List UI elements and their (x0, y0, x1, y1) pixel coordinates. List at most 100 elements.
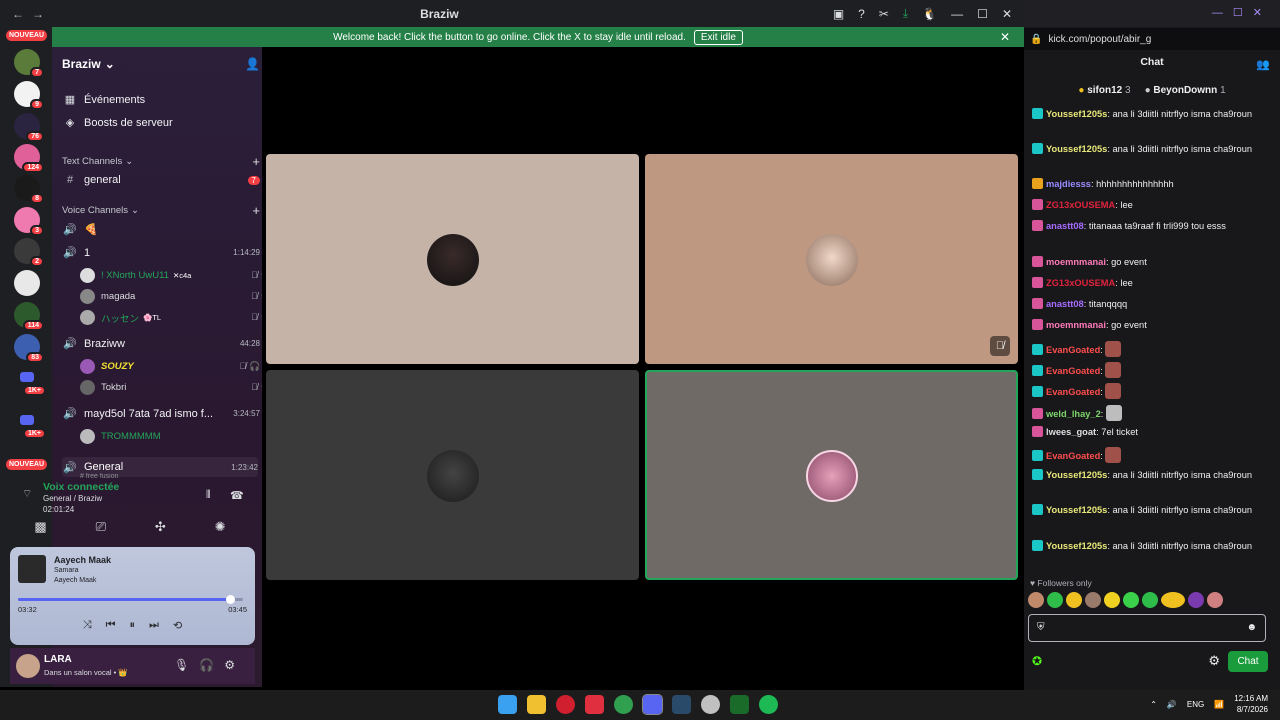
chat-username[interactable]: majdiesss (1046, 179, 1091, 189)
voice-channel[interactable]: 🔊 1 1:14:29 (62, 246, 272, 260)
minimize-icon[interactable]: — (951, 7, 963, 21)
voice-user[interactable]: TROMMMMM 🎙̸ (80, 429, 290, 444)
linux-icon[interactable]: 🐧 (922, 7, 937, 21)
folder-icon[interactable]: 1K+ (20, 372, 46, 396)
soundboard-icon[interactable]: ✺ (215, 519, 226, 535)
add-channel-icon[interactable]: + (252, 203, 260, 218)
participant-tile[interactable]: 🎙̸ (645, 154, 1018, 364)
voice-user[interactable]: ハッセン 🌸TL 🎙̸🎧̸ (80, 310, 290, 325)
voice-category[interactable]: Voice Channels ⌄ + (62, 203, 272, 218)
chat-username[interactable]: moemnmanai (1046, 320, 1106, 330)
language-indicator[interactable]: ENG (1187, 700, 1204, 709)
windows-start-icon[interactable] (498, 695, 517, 714)
folder-icon[interactable]: 1K+ (20, 415, 46, 439)
discord-icon[interactable] (642, 694, 663, 715)
emote-icon[interactable] (1066, 592, 1082, 608)
spotify-icon[interactable] (759, 695, 778, 714)
emote-icon[interactable] (1028, 592, 1044, 608)
gifter[interactable]: ● sifon12 3 (1078, 85, 1130, 103)
emote-icon[interactable] (1161, 592, 1185, 608)
server-icon[interactable]: 2 (14, 238, 44, 267)
voice-channel[interactable]: 🔊 Braziww 44:28 (62, 337, 272, 351)
users-icon[interactable]: 👥 (1256, 58, 1270, 71)
chat-username[interactable]: Youssef1205s (1046, 144, 1107, 154)
emote-icon[interactable] (1047, 592, 1063, 608)
maximize-icon[interactable]: ☐ (977, 7, 988, 21)
tools-icon[interactable]: ✂ (879, 7, 889, 21)
chat-username[interactable]: anastt08 (1046, 221, 1084, 231)
repeat-icon[interactable]: ⟲ (173, 619, 182, 632)
voice-channel-pizza[interactable]: 🔊 🍕 (62, 223, 272, 236)
emote-icon[interactable] (1123, 592, 1139, 608)
voice-channel-path[interactable]: General / Braziw (43, 494, 102, 503)
clock[interactable]: 12:16 AM 8/7/2026 (1234, 693, 1268, 715)
previous-icon[interactable]: ⏮ (106, 619, 116, 632)
text-category[interactable]: Text Channels ⌄ + (62, 154, 272, 169)
server-icon[interactable]: 8 (14, 175, 44, 204)
video-off-icon[interactable]: ▩ (34, 519, 46, 535)
gear-icon[interactable]: ⚙ (1208, 653, 1220, 669)
opera-icon[interactable] (556, 695, 575, 714)
voice-channel[interactable]: 🔊 mayd5ol 7ata 7ad ismo f... 3:24:57 (62, 407, 272, 421)
emote-icon[interactable] (1142, 592, 1158, 608)
chat-username[interactable]: EvanGoated (1046, 345, 1100, 355)
events-item[interactable]: ▦ Événements (62, 93, 272, 107)
chrome-icon[interactable] (614, 695, 633, 714)
inbox-icon[interactable]: ▣ (833, 7, 844, 21)
channel-general[interactable]: # general 7 (62, 174, 272, 186)
close-window-icon[interactable]: ✕ (1002, 7, 1012, 21)
server-icon[interactable]: 114 (14, 302, 44, 331)
add-member-icon[interactable]: 👤 (245, 57, 260, 71)
chat-username[interactable]: Youssef1205s (1046, 109, 1107, 119)
chat-username[interactable]: EvanGoated (1046, 451, 1100, 461)
exit-idle-button[interactable]: Exit idle (693, 29, 743, 45)
participant-tile[interactable] (266, 370, 639, 580)
chat-username[interactable]: Youssef1205s (1046, 541, 1107, 551)
help-icon[interactable]: ? (858, 7, 865, 21)
emote-icon[interactable] (1207, 592, 1223, 608)
chat-username[interactable]: lwees_goat (1046, 427, 1096, 437)
pause-icon[interactable]: ⏸ (130, 619, 136, 632)
server-icon[interactable]: 83 (14, 334, 44, 363)
emote-icon[interactable] (1188, 592, 1204, 608)
chat-username[interactable]: Youssef1205s (1046, 505, 1107, 515)
back-arrow-icon[interactable]: ← (12, 7, 24, 21)
chat-username[interactable]: anastt08 (1046, 299, 1084, 309)
boosts-item[interactable]: ◈ Boosts de serveur (62, 116, 272, 130)
chat-username[interactable]: Youssef1205s (1046, 470, 1107, 480)
signal-icon[interactable]: ⌔ (22, 487, 32, 501)
screen-share-icon[interactable]: ⎚ (96, 519, 106, 535)
headphones-icon[interactable]: 🎧 (199, 658, 224, 672)
nvidia-icon[interactable] (730, 695, 749, 714)
voice-user[interactable]: magada 🎙̸🎧̸ (80, 289, 290, 304)
chat-username[interactable]: moemnmanai (1046, 257, 1106, 267)
gear-icon[interactable]: ⚙ (224, 658, 245, 672)
chat-username[interactable]: ZG13xOUSEMA (1046, 278, 1115, 288)
add-channel-icon[interactable]: + (252, 154, 260, 169)
wifi-icon[interactable]: 📶 (1214, 700, 1224, 709)
server-icon[interactable] (14, 270, 40, 296)
guild-header[interactable]: Braziw ⌄ 👤 (62, 57, 272, 71)
voice-user[interactable]: Tokbri 🎙̸🎧̸ (80, 380, 290, 395)
disconnect-icon[interactable]: ☎ (230, 489, 244, 502)
close-banner-icon[interactable]: ✕ (1000, 30, 1010, 44)
chat-username[interactable]: weld_lhay_2 (1046, 409, 1101, 419)
noise-suppression-icon[interactable]: ⫴ (206, 489, 211, 502)
browser-window-controls[interactable]: —☐✕ (1212, 6, 1272, 19)
voice-user[interactable]: ! XNorth UwU11 ✕c4a 🎙̸🎧̸ (80, 268, 290, 283)
emote-icon[interactable] (1085, 592, 1101, 608)
kick-logo-icon[interactable]: ✪ (1032, 654, 1042, 668)
avatar[interactable] (16, 654, 40, 678)
participant-tile[interactable] (266, 154, 639, 364)
emote-icon[interactable] (1104, 592, 1120, 608)
brave-icon[interactable] (585, 695, 604, 714)
progress-knob[interactable] (225, 595, 235, 604)
activities-icon[interactable]: ✣ (155, 519, 166, 535)
next-icon[interactable]: ⏭ (149, 619, 159, 632)
address-bar[interactable]: 🔒 kick.com/popout/abir_g (1024, 28, 1280, 50)
send-chat-button[interactable]: Chat (1228, 651, 1268, 672)
voice-user[interactable]: SOUZY 🎙̸🎧̸▣ (80, 359, 290, 374)
progress-bar[interactable] (18, 598, 243, 601)
forward-arrow-icon[interactable]: → (32, 7, 44, 21)
steam-icon[interactable] (672, 695, 691, 714)
